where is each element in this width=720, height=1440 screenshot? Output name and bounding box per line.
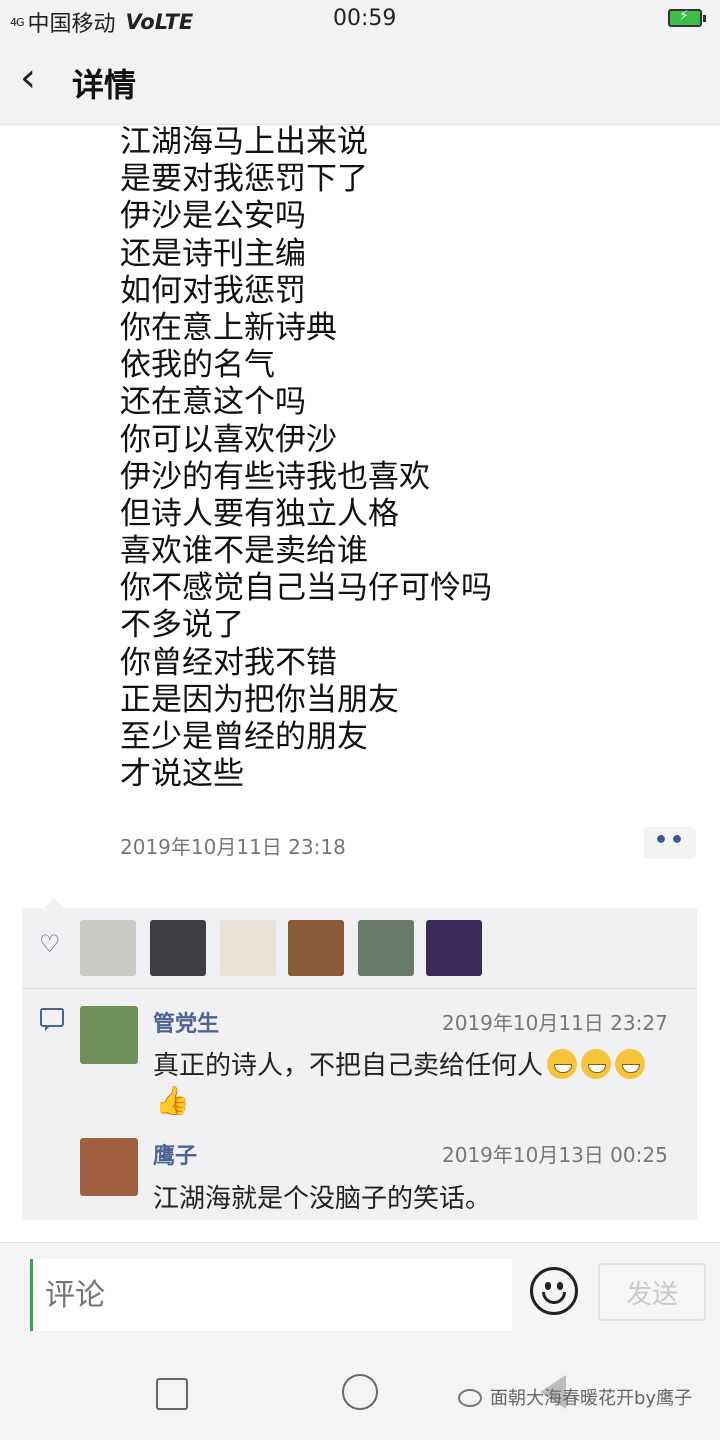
comment-input-bar: 发送	[0, 1242, 720, 1345]
emoji-icon[interactable]	[530, 1267, 578, 1315]
comment-timestamp: 2019年10月11日 23:27	[442, 1011, 668, 1035]
carrier-label: 中国移动	[27, 12, 116, 37]
post-line: 江湖海马上出来说	[120, 124, 368, 160]
post-line: 你可以喜欢伊沙	[120, 421, 337, 458]
post-line: 喜欢谁不是卖给谁	[120, 533, 368, 570]
post-detail[interactable]: 江湖海马上出来说 是要对我惩罚下了 伊沙是公安吗 还是诗刊主编 如何对我惩罚 你…	[0, 124, 720, 1242]
heart-icon: ♡	[39, 930, 61, 958]
grin-emoji-icon	[615, 1049, 646, 1079]
post-line: 是要对我惩罚下了	[120, 161, 368, 198]
comment-icon	[40, 1008, 64, 1031]
system-nav-bar: 面朝大海春暖花开by鹰子	[0, 1344, 720, 1440]
page-title: 详情	[72, 66, 137, 104]
comment-text: 真正的诗人，不把自己卖给任何人	[153, 1045, 646, 1082]
avatar[interactable]	[426, 920, 482, 976]
post-line: 你在意上新诗典	[120, 309, 337, 346]
watermark-text: 面朝大海春暖花开by鹰子	[490, 1388, 693, 1409]
avatar[interactable]	[80, 1006, 138, 1064]
watermark: 面朝大海春暖花开by鹰子	[458, 1384, 692, 1410]
chevron-left-icon[interactable]: ‹	[20, 58, 36, 98]
comment-input[interactable]	[30, 1259, 512, 1331]
comment-author[interactable]: 鹰子	[153, 1138, 197, 1170]
more-options-button[interactable]: ••	[644, 827, 696, 859]
post-line: 不多说了	[120, 607, 244, 644]
post-line: 才说这些	[120, 756, 244, 793]
status-bar: 4G 中国移动 VoLTE 00:59 ⚡	[0, 0, 720, 40]
battery-icon: ⚡	[668, 8, 706, 27]
post-line: 还是诗刊主编	[120, 235, 306, 272]
post-timestamp: 2019年10月11日 23:18	[120, 835, 346, 859]
clock: 00:59	[333, 6, 397, 31]
grin-emoji-icon	[547, 1049, 578, 1079]
post-line: 但诗人要有独立人格	[120, 495, 399, 532]
avatar[interactable]	[358, 920, 414, 976]
avatar[interactable]	[288, 920, 344, 976]
thumbs-up-icon: 👍	[155, 1084, 190, 1117]
avatar[interactable]	[220, 920, 276, 976]
grin-emoji-icon	[581, 1049, 612, 1079]
post-line: 你曾经对我不错	[120, 644, 337, 681]
post-line: 如何对我惩罚	[120, 272, 306, 309]
recent-apps-icon[interactable]	[156, 1378, 188, 1410]
wechat-icon	[458, 1389, 482, 1407]
comment-timestamp: 2019年10月13日 00:25	[442, 1143, 668, 1167]
avatar[interactable]	[80, 1138, 138, 1196]
post-line: 还在意这个吗	[120, 384, 306, 421]
comment-author[interactable]: 管党生	[153, 1006, 219, 1038]
avatar[interactable]	[150, 920, 206, 976]
post-text: 江湖海马上出来说 是要对我惩罚下了 伊沙是公安吗 还是诗刊主编 如何对我惩罚 你…	[120, 124, 492, 793]
post-line: 伊沙的有些诗我也喜欢	[120, 458, 430, 495]
likes-row: ♡	[22, 908, 697, 989]
top-bar: ‹ 详情	[0, 40, 720, 125]
network-label: VoLTE	[125, 10, 194, 34]
post-line: 你不感觉自己当马仔可怜吗	[120, 570, 492, 607]
comment-text: 江湖海就是个没脑子的笑话。	[153, 1184, 492, 1214]
avatar[interactable]	[80, 920, 136, 976]
home-icon[interactable]	[342, 1374, 378, 1410]
post-line: 依我的名气	[120, 347, 275, 384]
interaction-panel: ♡ 管党生 2019年10月11日 23:27 真正的诗人，不把自己卖给任何人 …	[22, 898, 697, 1220]
post-line: 伊沙是公安吗	[120, 198, 306, 235]
send-button[interactable]: 发送	[598, 1263, 706, 1321]
post-line: 正是因为把你当朋友	[120, 681, 399, 718]
post-line: 至少是曾经的朋友	[120, 719, 368, 755]
signal-icon: 4G	[10, 15, 24, 29]
comment-text-body: 真正的诗人，不把自己卖给任何人	[153, 1051, 544, 1081]
